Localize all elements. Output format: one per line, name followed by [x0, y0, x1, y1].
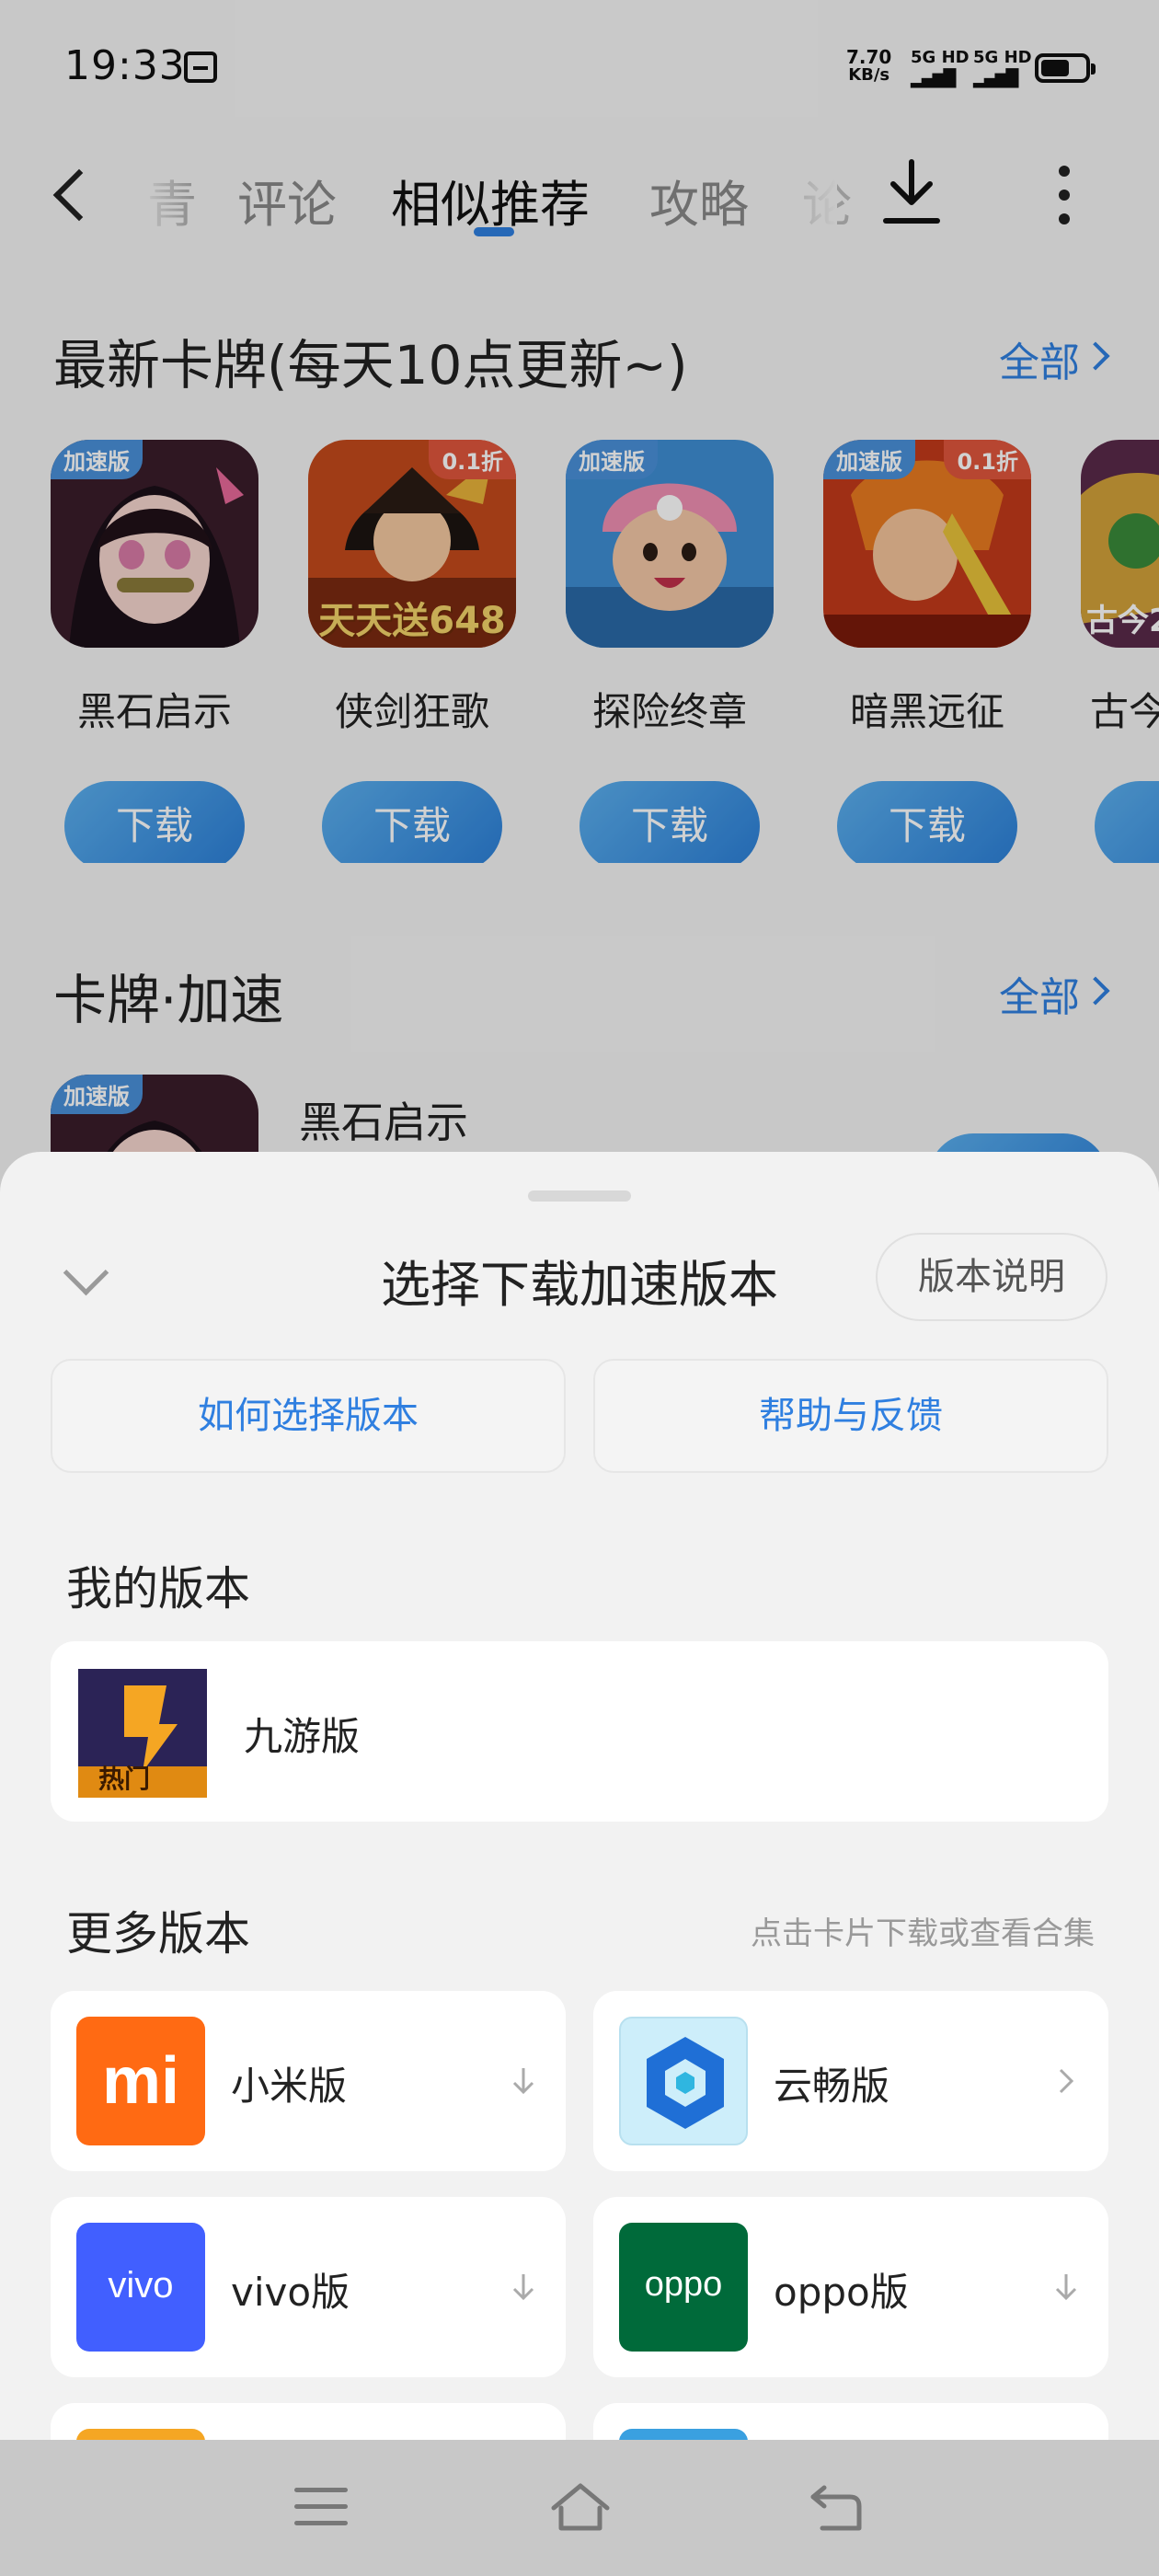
- oppo-logo-icon: oppo: [619, 2223, 748, 2352]
- my-version-card[interactable]: 热门 九游版: [51, 1641, 1108, 1822]
- hot-label: 热门: [98, 1764, 151, 1794]
- version-label: vivo版: [231, 2270, 350, 2315]
- version-logo-icon: [76, 2429, 205, 2440]
- download-arrow-icon[interactable]: [1050, 2271, 1083, 2304]
- more-versions-title: 更多版本: [66, 1907, 250, 1961]
- how-to-choose-button[interactable]: 如何选择版本: [51, 1359, 566, 1473]
- home-icon[interactable]: [548, 2480, 613, 2536]
- mi-logo-text: mi: [101, 2044, 180, 2118]
- more-versions-hint: 点击卡片下载或查看合集: [751, 1915, 1095, 1952]
- download-arrow-icon[interactable]: [507, 2271, 540, 2304]
- version-label: 云畅版: [774, 2064, 890, 2109]
- download-arrow-icon[interactable]: [507, 2064, 540, 2098]
- my-versions-title: 我的版本: [66, 1562, 250, 1616]
- chevron-right-icon[interactable]: [1050, 2064, 1083, 2098]
- version-card-partial[interactable]: [593, 2403, 1108, 2440]
- drag-handle[interactable]: [528, 1190, 631, 1202]
- version-card-yunchang[interactable]: 云畅版: [593, 1991, 1108, 2171]
- back-icon[interactable]: [808, 2480, 866, 2536]
- version-label: 小米版: [231, 2064, 348, 2109]
- vivo-logo-icon: vivo: [76, 2223, 205, 2352]
- version-logo-icon: [619, 2429, 748, 2440]
- oppo-logo-text: oppo: [644, 2265, 723, 2304]
- jiuyou-logo-icon: 热门: [78, 1669, 207, 1798]
- version-select-sheet: 选择下载加速版本 版本说明 如何选择版本 帮助与反馈 我的版本 热门 九游版 更…: [0, 1152, 1159, 2440]
- version-label: oppo版: [774, 2270, 909, 2315]
- version-label: 九游版: [244, 1714, 361, 1759]
- version-card-vivo[interactable]: vivo vivo版: [51, 2197, 566, 2377]
- menu-icon[interactable]: [294, 2488, 348, 2532]
- version-card-partial[interactable]: [51, 2403, 566, 2440]
- vivo-logo-text: vivo: [108, 2265, 174, 2306]
- system-nav-bar: [0, 2440, 1159, 2576]
- help-feedback-button[interactable]: 帮助与反馈: [593, 1359, 1108, 1473]
- yunchang-logo-icon: [619, 2017, 748, 2145]
- version-card-xiaomi[interactable]: mi 小米版: [51, 1991, 566, 2171]
- version-info-button[interactable]: 版本说明: [876, 1233, 1107, 1321]
- mi-logo-icon: mi: [76, 2017, 205, 2145]
- version-card-oppo[interactable]: oppo oppo版: [593, 2197, 1108, 2377]
